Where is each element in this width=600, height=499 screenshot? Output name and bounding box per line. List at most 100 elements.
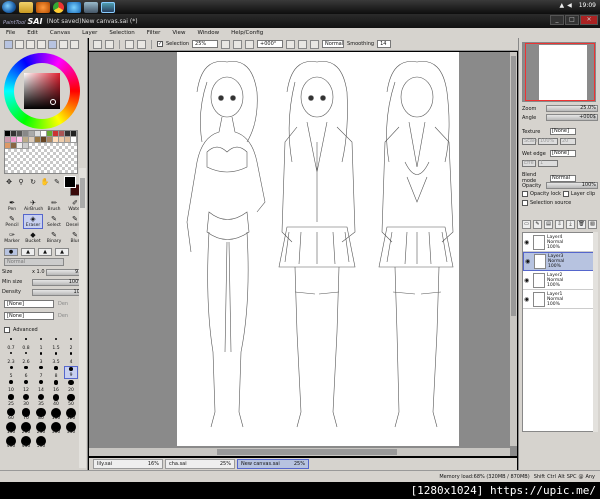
- brush-size-preset[interactable]: 450: [19, 436, 33, 449]
- selection-source-checkbox[interactable]: [522, 200, 528, 206]
- merge-down-icon[interactable]: ⤓: [566, 220, 575, 229]
- clear-layer-icon[interactable]: ▧: [588, 220, 597, 229]
- brush-size-preset[interactable]: 70: [19, 408, 33, 421]
- tool-eraser[interactable]: ◈ Eraser: [23, 214, 43, 229]
- blend-mode-field[interactable]: Normal: [322, 40, 345, 48]
- canvas-paper[interactable]: [177, 52, 459, 446]
- size-row[interactable]: Size x 1.0 9.0: [2, 268, 86, 276]
- brush-size-preset[interactable]: 3.5: [49, 352, 63, 365]
- volume-icon[interactable]: ◀: [567, 2, 572, 9]
- rotate-reset-button[interactable]: [310, 39, 320, 49]
- menu-selection[interactable]: Selection: [103, 30, 140, 36]
- start-button[interactable]: [2, 1, 16, 13]
- menu-filter[interactable]: Filter: [141, 30, 167, 36]
- brush-size-preset[interactable]: 60: [4, 408, 18, 421]
- new-folder-icon[interactable]: ▤: [544, 220, 553, 229]
- menu-file[interactable]: File: [0, 30, 21, 36]
- min-size-slider[interactable]: 100%: [32, 278, 86, 286]
- layer-clip-checkbox[interactable]: [562, 191, 569, 197]
- vertical-scroll-thumb[interactable]: [511, 56, 516, 316]
- zoom-out-button[interactable]: [221, 39, 231, 49]
- sai-app-icon[interactable]: [84, 1, 98, 13]
- nav-zoom-slider[interactable]: 25.0%: [546, 105, 598, 112]
- brush-shape-soft[interactable]: ▲: [21, 248, 35, 256]
- brush-shape-flat2[interactable]: ▲: [55, 248, 69, 256]
- transfer-down-icon[interactable]: ⇩: [555, 220, 564, 229]
- tool-pencil[interactable]: ✎ Pencil: [2, 214, 22, 229]
- density-slider[interactable]: 100: [32, 288, 86, 296]
- nav-angle-slider[interactable]: +000$: [546, 114, 598, 121]
- sai-active-icon[interactable]: [101, 1, 115, 13]
- color-cursor[interactable]: [50, 99, 56, 105]
- tool-blend-mode[interactable]: Normal: [4, 258, 64, 266]
- layer-blend-dropdown[interactable]: Normal: [550, 174, 576, 182]
- brush-size-preset[interactable]: 500: [34, 436, 48, 449]
- brush-size-preset[interactable]: 9: [64, 366, 78, 379]
- invert-selection-button[interactable]: [137, 39, 146, 49]
- swatch-tab[interactable]: [37, 40, 46, 49]
- ie-icon[interactable]: [67, 1, 81, 13]
- menu-layer[interactable]: Layer: [76, 30, 103, 36]
- tab-new-canvas[interactable]: New canvas.sai 25%: [237, 459, 309, 469]
- brush-size-preset[interactable]: 6: [19, 366, 33, 379]
- brush-size-preset[interactable]: 0.7: [4, 338, 18, 351]
- maximize-button[interactable]: □: [565, 15, 579, 25]
- eye-icon[interactable]: ◉: [524, 239, 531, 246]
- color-swatches[interactable]: [4, 130, 78, 174]
- tab-cha[interactable]: cha.sai 25%: [165, 459, 235, 469]
- network-icon[interactable]: ▲: [559, 2, 564, 9]
- tool-bucket[interactable]: ◆ Bucket: [23, 230, 43, 245]
- brush-size-preset[interactable]: 40: [49, 394, 63, 407]
- brush-size-preset[interactable]: 14: [34, 380, 48, 393]
- brush-size-preset[interactable]: 120: [64, 408, 78, 421]
- brush-size-preset[interactable]: 350: [64, 422, 78, 435]
- layer-item-selected[interactable]: ◉ Layer3 Normal 100%: [523, 252, 597, 271]
- media-player-icon[interactable]: [36, 1, 50, 13]
- brush-size-preset[interactable]: 25: [4, 394, 18, 407]
- scratchpad-tab[interactable]: [48, 40, 57, 49]
- brush-size-preset[interactable]: 0.8: [19, 338, 33, 351]
- brush-size-preset[interactable]: 5: [4, 366, 18, 379]
- brush-size-preset[interactable]: 12: [19, 380, 33, 393]
- layer-item[interactable]: ◉ Layer4 Normal 100%: [523, 233, 597, 252]
- rotate-icon[interactable]: ↻: [28, 178, 38, 187]
- brush-size-preset[interactable]: 30: [19, 394, 33, 407]
- scroll-thumb[interactable]: [80, 178, 85, 208]
- canvas-area[interactable]: [89, 52, 517, 456]
- swatch[interactable]: [71, 137, 77, 143]
- brush-shape-dropdown[interactable]: [None]: [4, 300, 54, 308]
- min-size-row[interactable]: Min size 100%: [2, 278, 86, 286]
- undo-icon[interactable]: [93, 39, 102, 49]
- extra-tab[interactable]: [70, 40, 79, 49]
- brush-size-preset[interactable]: 1.5: [49, 338, 63, 351]
- brush-size-preset[interactable]: 2.3: [4, 352, 18, 365]
- menu-edit[interactable]: Edit: [21, 30, 44, 36]
- tool-brush[interactable]: ✏ Brush: [44, 198, 64, 213]
- density-row[interactable]: Density 100: [2, 288, 86, 296]
- brush-size-preset[interactable]: 10: [4, 380, 18, 393]
- brush-texture-dropdown[interactable]: [None]: [4, 312, 54, 320]
- menu-window[interactable]: Window: [191, 30, 225, 36]
- wet-edge-dropdown[interactable]: [None]: [550, 150, 576, 157]
- brush-size-preset[interactable]: 80: [34, 408, 48, 421]
- preserve-opacity-checkbox[interactable]: [522, 191, 528, 197]
- layer-list-scrollbar[interactable]: [593, 232, 598, 432]
- brush-size-preset[interactable]: 3: [34, 352, 48, 365]
- brush-size-preset[interactable]: 2: [64, 338, 78, 351]
- brush-size-preset[interactable]: 8: [49, 366, 63, 379]
- move-icon[interactable]: ✥: [4, 178, 14, 187]
- brush-size-preset[interactable]: 4: [64, 352, 78, 365]
- brush-size-preset[interactable]: 250: [34, 422, 48, 435]
- zoom-field[interactable]: 25%: [192, 40, 219, 48]
- delete-layer-icon[interactable]: 🗑: [577, 220, 586, 229]
- color-wheel[interactable]: [4, 53, 82, 129]
- left-panel-scrollbar[interactable]: [79, 168, 86, 468]
- eyedropper-icon[interactable]: ✎: [52, 178, 62, 187]
- color-wheel-tab[interactable]: [4, 40, 13, 49]
- eye-icon[interactable]: ◉: [525, 258, 532, 265]
- tool-pen[interactable]: ✒ Pen: [2, 198, 22, 213]
- chrome-icon[interactable]: [53, 1, 64, 13]
- rotate-right-button[interactable]: [298, 39, 308, 49]
- angle-field[interactable]: +000°: [257, 40, 284, 48]
- brush-size-preset[interactable]: 16: [49, 380, 63, 393]
